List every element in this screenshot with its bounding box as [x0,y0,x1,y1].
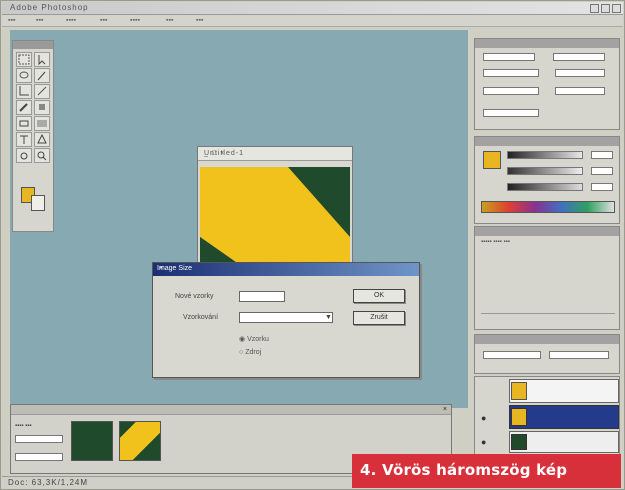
dialog-titlebar[interactable]: Image Size × [153,263,419,276]
color-value[interactable] [591,167,613,175]
eraser-tool-icon[interactable] [16,116,32,131]
menu-item[interactable]: ▪▪▪ [8,17,15,24]
image-window: Untitled-1 _ □ × [197,146,353,266]
toolbox-panel [12,40,54,232]
stamp-tool-icon[interactable] [34,100,50,115]
field1-label: Nové vzorky [175,293,214,300]
menu-item[interactable]: ▪▪▪▪ [66,17,76,24]
swatches-panel: ▪▪▪▪▪ ▪▪▪▪ ▪▪▪ [474,226,620,330]
figure-caption: 4. Vörös háromszög kép [352,454,621,488]
menu-item[interactable]: ▪▪▪ [36,17,43,24]
status-text: Doc: 63,3K/1,24M [8,478,89,487]
radio-option-2[interactable]: ○ Zdroj [239,349,261,356]
panel-field[interactable] [549,351,609,359]
slice-tool-icon[interactable] [34,84,50,99]
layer-thumbnail [511,434,527,450]
color-slider[interactable] [507,151,583,159]
panel-tab[interactable]: ▪▪▪▪▪ ▪▪▪▪ ▪▪▪ [481,239,510,245]
options-panel [474,38,620,130]
field2-select[interactable] [239,312,333,323]
field2-label: Vzorkování [183,314,219,321]
layer-thumbnail [511,382,527,400]
menu-item[interactable]: ▪▪▪ [100,17,107,24]
image-window-titlebar[interactable]: Untitled-1 _ □ × [198,147,352,161]
panel-field[interactable] [555,87,605,95]
panel-header[interactable] [475,39,619,48]
panel-field[interactable] [483,87,539,95]
status-bar: Doc: 63,3K/1,24M [2,476,352,488]
toolbox-header[interactable] [13,41,53,49]
thumbnail-1[interactable] [71,421,113,461]
image-window-buttons[interactable]: _ □ × [204,150,348,157]
window-title: Adobe Photoshop [10,3,89,12]
image-canvas[interactable] [200,167,350,265]
panel-header[interactable] [475,335,619,344]
menu-item[interactable]: ▪▪▪▪ [130,17,140,24]
type-tool-icon[interactable] [16,132,32,147]
lasso-tool-icon[interactable] [16,68,32,83]
browser-header[interactable] [11,405,451,415]
move-tool-icon[interactable] [34,52,50,67]
field1-input[interactable] [239,291,285,302]
panel-header[interactable] [475,227,619,236]
panel-field[interactable] [483,109,539,117]
ok-button[interactable]: OK [353,289,405,303]
color-value[interactable] [591,183,613,191]
color-slider[interactable] [507,183,583,191]
color-spectrum-bar[interactable] [481,201,615,213]
select-arrow-icon[interactable]: ▼ [325,314,332,321]
browser-close-icon[interactable]: × [443,406,447,413]
browser-field[interactable] [15,453,63,461]
maximize-button[interactable] [601,4,610,13]
zoom-tool-icon[interactable] [34,148,50,163]
color-slider[interactable] [507,167,583,175]
thumbnail-2[interactable] [119,421,161,461]
background-color-swatch[interactable] [31,195,45,211]
color-swatch[interactable] [483,151,501,169]
color-panel [474,136,620,224]
layers-panel: ● ● [474,376,620,456]
caption-text: 4. Vörös háromszög kép [360,461,568,479]
marquee-tool-icon[interactable] [16,52,32,67]
minimize-button[interactable] [590,4,599,13]
panel-field[interactable] [483,53,535,61]
cancel-button[interactable]: Zrušit [353,311,405,325]
color-value[interactable] [591,151,613,159]
panel-header[interactable] [475,137,619,146]
browser-field[interactable] [15,435,63,443]
hand-tool-icon[interactable] [16,148,32,163]
menu-item[interactable]: ▪▪▪ [196,17,203,24]
history-panel [474,334,620,374]
title-bar: Adobe Photoshop [2,2,623,15]
panel-divider [481,313,615,321]
brush-tool-icon[interactable] [16,100,32,115]
radio-option-1[interactable]: ◉ Vzorku [239,335,269,343]
browser-label: ▪▪▪▪ ▪▪▪ [15,423,32,429]
gradient-tool-icon[interactable] [34,116,50,131]
panel-field[interactable] [483,351,541,359]
crop-tool-icon[interactable] [16,84,32,99]
eye-icon[interactable]: ● [481,437,486,447]
layer-thumbnail [511,408,527,426]
close-button[interactable] [612,4,621,13]
eye-icon[interactable]: ● [481,413,486,423]
wand-tool-icon[interactable] [34,68,50,83]
pen-tool-icon[interactable] [34,132,50,147]
dialog-close-icon[interactable]: × [157,265,165,273]
panel-field[interactable] [553,53,605,61]
menu-bar: ▪▪▪ ▪▪▪ ▪▪▪▪ ▪▪▪ ▪▪▪▪ ▪▪▪ ▪▪▪ [2,15,623,27]
panel-field[interactable] [483,69,539,77]
panel-field[interactable] [555,69,605,77]
menu-item[interactable]: ▪▪▪ [166,17,173,24]
image-size-dialog: Image Size × Nové vzorky Vzorkování ▼ OK… [152,262,420,378]
